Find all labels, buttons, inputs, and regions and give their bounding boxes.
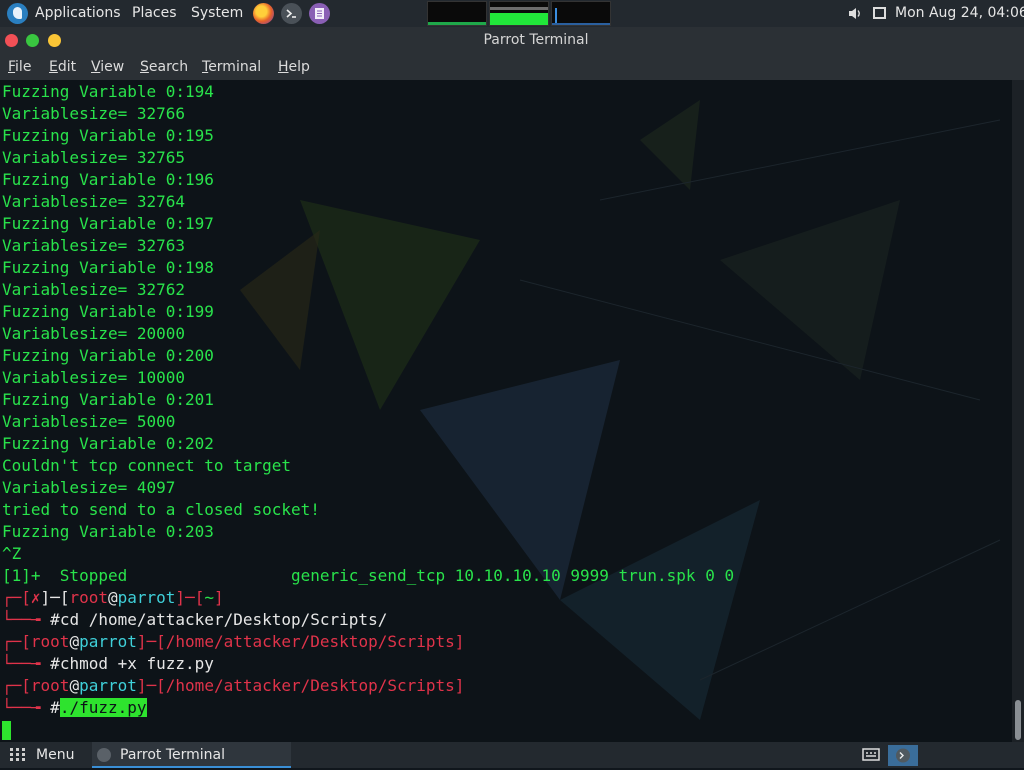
prompt-host: parrot (79, 632, 137, 651)
output-line: tried to send to a closed socket! (2, 500, 320, 519)
output-line: Variablesize= 32763 (2, 236, 186, 255)
prompt-command-line: └──╼ #cd /home/attacker/Desktop/Scripts/ (2, 610, 388, 629)
menu-grid-icon[interactable] (10, 748, 26, 766)
prompt-header: ┌─[root@parrot]─[/home/attacker/Desktop/… (2, 632, 465, 651)
menu-bar: File Edit View Search Terminal Help (0, 54, 1024, 80)
output-line: Fuzzing Variable 0:203 (2, 522, 214, 541)
output-line: Fuzzing Variable 0:200 (2, 346, 214, 365)
bottom-panel: Menu Parrot Terminal (0, 742, 1024, 768)
terminal-cursor (2, 721, 11, 740)
prompt-at: @ (107, 588, 118, 607)
output-line: Variablesize= 32764 (2, 192, 186, 211)
output-line: Fuzzing Variable 0:195 (2, 126, 214, 145)
workspace-terminal-icon[interactable] (888, 745, 918, 766)
output-line: Fuzzing Variable 0:202 (2, 434, 214, 453)
output-line: Variablesize= 32765 (2, 148, 186, 167)
output-line: Variablesize= 5000 (2, 412, 176, 431)
prompt-command-line: └──╼ #./fuzz.py (2, 698, 147, 717)
prompt-command: cd /home/attacker/Desktop/Scripts/ (59, 610, 388, 629)
prompt-command: chmod +x fuzz.py (59, 654, 214, 673)
terminal-output[interactable]: Fuzzing Variable 0:194 Variablesize= 327… (0, 80, 1012, 742)
prompt-user: root (30, 676, 70, 695)
prompt-header: ┌─[root@parrot]─[/home/attacker/Desktop/… (2, 676, 465, 695)
prompt-path: /home/attacker/Desktop/Scripts (165, 632, 455, 651)
output-line: Fuzzing Variable 0:196 (2, 170, 214, 189)
output-line: Fuzzing Variable 0:194 (2, 82, 214, 101)
prompt-host: parrot (117, 588, 176, 607)
prompt-at: @ (69, 676, 80, 695)
prompt-user: root (30, 632, 70, 651)
prompt-user: root (69, 588, 108, 607)
menu-file[interactable]: File (8, 54, 31, 80)
places-menu[interactable]: Places (132, 0, 177, 27)
terminal-launcher-icon[interactable] (281, 3, 302, 24)
prompt-command-line: └──╼ #chmod +x fuzz.py (2, 654, 214, 673)
scrollbar-thumb[interactable] (1015, 700, 1021, 740)
prompt-host: parrot (79, 676, 137, 695)
taskbar-label[interactable]: Parrot Terminal (120, 742, 225, 768)
output-line: Fuzzing Variable 0:198 (2, 258, 214, 277)
window-titlebar[interactable]: Parrot Terminal (0, 27, 1024, 54)
output-line: Fuzzing Variable 0:199 (2, 302, 214, 321)
menu-edit[interactable]: Edit (49, 54, 76, 80)
top-panel: Applications Places System Mon Aug 24, 0… (0, 0, 1024, 27)
menu-view[interactable]: View (91, 54, 124, 80)
menu-terminal[interactable]: Terminal (202, 54, 261, 80)
output-line: Couldn't tcp connect to target (2, 456, 291, 475)
network-icon[interactable] (873, 7, 886, 19)
output-line: Variablesize= 32766 (2, 104, 186, 123)
output-line: Variablesize= 32762 (2, 280, 186, 299)
cpu-monitor-graph[interactable] (427, 1, 487, 26)
window-title: Parrot Terminal (483, 32, 589, 48)
clock[interactable]: Mon Aug 24, 04:06 (895, 0, 1024, 27)
prompt-path: /home/attacker/Desktop/Scripts (165, 676, 455, 695)
text-editor-icon[interactable] (309, 3, 330, 24)
firefox-icon[interactable] (253, 3, 274, 24)
output-line: Fuzzing Variable 0:197 (2, 214, 214, 233)
prompt-symbol: # (50, 698, 60, 717)
system-menu[interactable]: System (191, 0, 243, 27)
output-line: Variablesize= 4097 (2, 478, 176, 497)
applications-menu[interactable]: Applications (35, 0, 121, 27)
output-line: [1]+ Stopped generic_send_tcp 10.10.10.1… (2, 566, 735, 585)
output-line: Variablesize= 20000 (2, 324, 186, 343)
terminal-task-icon (97, 748, 111, 762)
output-line: Fuzzing Variable 0:201 (2, 390, 214, 409)
prompt-command-highlighted: ./fuzz.py (59, 698, 147, 717)
menu-search[interactable]: Search (140, 54, 188, 80)
network-monitor-graph[interactable] (551, 1, 611, 26)
menu-help[interactable]: Help (278, 54, 310, 80)
volume-icon[interactable] (848, 7, 862, 20)
prompt-symbol: # (50, 654, 60, 673)
prompt-header: ┌─[✗]─[root@parrot]─[~] (2, 588, 224, 607)
prompt-symbol: # (50, 610, 60, 629)
output-line: Variablesize= 10000 (2, 368, 186, 387)
memory-monitor-graph[interactable] (489, 1, 549, 26)
menu-button[interactable]: Menu (36, 742, 74, 768)
prompt-at: @ (69, 632, 80, 651)
parrot-logo-icon[interactable] (7, 3, 28, 24)
prompt-path: ~ (204, 588, 214, 607)
keyboard-icon[interactable] (862, 747, 880, 766)
prompt-status: ✗ (30, 588, 41, 607)
output-line: ^Z (2, 544, 22, 563)
terminal-scrollbar[interactable] (1012, 80, 1024, 742)
